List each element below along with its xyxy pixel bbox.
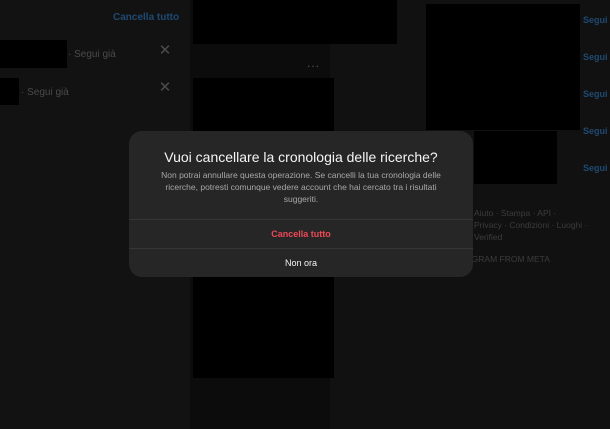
close-icon[interactable]: ✕ <box>158 43 172 58</box>
follow-button[interactable]: Segui <box>583 52 608 62</box>
clear-history-dialog: Vuoi cancellare la cronologia delle rice… <box>129 131 473 277</box>
redacted-suggestions <box>426 4 580 130</box>
not-now-button[interactable]: Non ora <box>129 249 473 277</box>
redacted-account <box>0 40 67 68</box>
footer-links[interactable]: Verified <box>474 232 502 242</box>
clear-all-button[interactable]: Cancella tutto <box>129 220 473 249</box>
follow-button[interactable]: Segui <box>583 15 608 25</box>
redacted-account <box>0 78 19 105</box>
close-icon[interactable]: ✕ <box>158 80 172 95</box>
dialog-title: Vuoi cancellare la cronologia delle rice… <box>164 149 438 165</box>
dialog-message: Non potrai annullare questa operazione. … <box>161 170 441 204</box>
redacted-post-image <box>194 277 310 350</box>
redacted-suggestions <box>474 131 557 184</box>
redacted-post-image <box>193 0 397 44</box>
recent-search-item[interactable]: · Segui già ✕ <box>0 78 190 106</box>
recent-search-item[interactable]: · Segui già ✕ <box>0 40 190 68</box>
follow-button[interactable]: Segui <box>583 89 608 99</box>
following-status: · Segui già <box>68 49 116 60</box>
footer-links[interactable]: Privacy · Condizioni · Luoghi · <box>474 220 587 230</box>
footer-copyright: AGRAM FROM META <box>466 254 550 264</box>
footer-links[interactable]: Aiuto · Stampa · API · <box>474 208 556 218</box>
clear-all-link[interactable]: Cancella tutto <box>113 12 179 23</box>
more-options-icon[interactable]: ... <box>307 56 320 70</box>
follow-button[interactable]: Segui <box>583 126 608 136</box>
follow-button[interactable]: Segui <box>583 163 608 173</box>
following-status: · Segui già <box>21 87 69 98</box>
